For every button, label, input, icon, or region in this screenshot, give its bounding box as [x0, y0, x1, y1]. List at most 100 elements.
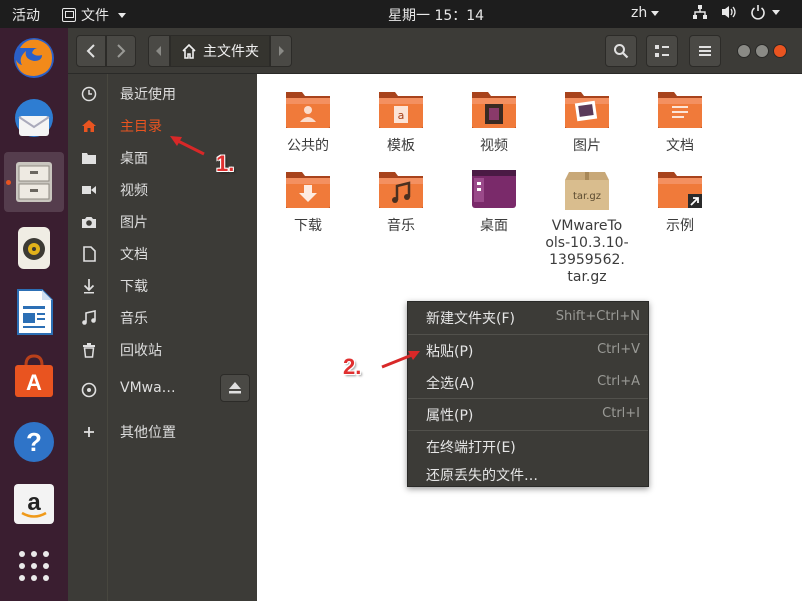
menu-item-select-all[interactable]: 全选(A) Ctrl+A [408, 367, 648, 397]
folder-examples-icon [658, 172, 702, 208]
path-home-button[interactable]: 主文件夹 [170, 35, 270, 67]
input-method-menu[interactable]: zh [631, 5, 660, 21]
sidebar-item-recent[interactable]: 最近使用 [68, 78, 257, 110]
sidebar-item-music[interactable]: 音乐 [68, 302, 257, 334]
back-button[interactable] [76, 35, 106, 67]
chevron-left-icon [86, 44, 95, 58]
sidebar-item-label: 图片 [120, 215, 148, 231]
dock-rhythmbox[interactable] [4, 218, 64, 278]
top-bar: 活动 文件 星期一 15：14 zh [0, 0, 802, 28]
sidebar-item-label: 桌面 [120, 151, 148, 167]
menu-button[interactable] [689, 35, 721, 67]
dock-help[interactable]: ? [4, 412, 64, 472]
folder-desktop-icon [472, 170, 516, 208]
file-name-line: 13959562. [549, 252, 625, 268]
file-item[interactable]: 文档 [637, 86, 723, 155]
menu-item-restore-files[interactable]: 还原丢失的文件… [408, 459, 648, 489]
home-icon [182, 43, 196, 59]
video-icon [82, 186, 96, 194]
menu-item-open-terminal[interactable]: 在终端打开(E) [408, 431, 648, 461]
folder-public-icon [286, 92, 330, 128]
file-item[interactable]: 视频 [451, 86, 537, 155]
close-button[interactable] [773, 44, 787, 58]
trash-icon [83, 343, 95, 358]
chevron-down-icon [118, 12, 126, 18]
file-item[interactable]: 桌面 [451, 166, 537, 235]
file-name-line: VMwareTo [551, 218, 623, 234]
folder-videos-icon [472, 92, 516, 128]
sidebar-item-home[interactable]: 主目录 [68, 110, 257, 142]
dock-writer[interactable] [4, 282, 64, 342]
dock-amazon[interactable]: a [4, 474, 64, 534]
file-item[interactable]: tar.gz VMwareTo ols-10.3.10- 13959562. t… [544, 166, 630, 286]
search-icon [614, 44, 629, 59]
lang-label: zh [631, 5, 648, 21]
sidebar-item-videos[interactable]: 视频 [68, 174, 257, 206]
svg-text:a: a [398, 109, 405, 122]
chevron-right-icon [117, 44, 126, 58]
sidebar-item-label: 回收站 [120, 343, 162, 359]
menu-item-properties[interactable]: 属性(P) Ctrl+I [408, 399, 648, 429]
menu-item-shortcut: Ctrl+A [597, 374, 640, 389]
network-icon [693, 5, 707, 19]
sidebar-item-documents[interactable]: 文档 [68, 238, 257, 270]
view-options-button[interactable] [646, 35, 678, 67]
file-name: 模板 [387, 138, 415, 154]
hamburger-icon [699, 46, 711, 56]
archive-label: tar.gz [573, 191, 601, 202]
menu-item-shortcut: Ctrl+I [602, 406, 640, 421]
file-item[interactable]: 图片 [544, 86, 630, 155]
path-scroll-right[interactable] [270, 35, 292, 67]
sidebar-item-trash[interactable]: 回收站 [68, 334, 257, 366]
annotation-arrow-2 [381, 351, 420, 369]
sidebar-item-downloads[interactable]: 下载 [68, 270, 257, 302]
maximize-button[interactable] [755, 44, 769, 58]
file-name-line: ols-10.3.10- [545, 235, 629, 251]
clock[interactable]: 星期一 15：14 [388, 5, 484, 25]
sidebar-item-pictures[interactable]: 图片 [68, 206, 257, 238]
dock-app-grid[interactable] [4, 536, 64, 596]
annotation-step-1: 1. [216, 151, 235, 176]
dock-firefox[interactable] [4, 28, 64, 88]
file-item[interactable]: 公共的 [265, 86, 351, 155]
camera-icon [82, 217, 96, 228]
path-scroll-left[interactable] [148, 35, 170, 67]
dock-thunderbird[interactable] [4, 90, 64, 150]
file-name: 文档 [666, 138, 694, 154]
writer-icon [17, 289, 53, 335]
file-item[interactable]: a 模板 [358, 86, 444, 155]
system-tray[interactable] [692, 4, 780, 20]
app-menu[interactable]: 文件 [62, 5, 126, 25]
dock-files[interactable] [4, 152, 64, 212]
help-icon: ? [14, 422, 54, 462]
file-item[interactable]: 示例 [637, 166, 723, 235]
annotation-arrow-1 [170, 136, 205, 156]
volume-icon [722, 6, 736, 18]
sidebar-item-label: 音乐 [120, 311, 148, 327]
menu-item-label: 属性(P) [426, 408, 474, 424]
search-button[interactable] [605, 35, 637, 67]
folder-download-icon [286, 172, 330, 208]
firefox-icon [14, 38, 54, 78]
minimize-button[interactable] [737, 44, 751, 58]
document-icon [83, 246, 96, 262]
eject-button[interactable] [220, 374, 250, 402]
music-icon [82, 310, 96, 325]
sidebar-item-other-locations[interactable]: 其他位置 [68, 416, 257, 448]
dock-software-center[interactable]: A [4, 346, 64, 406]
menu-item-new-folder[interactable]: 新建文件夹(F) Shift+Ctrl+N [408, 302, 648, 332]
activities-button[interactable]: 活动 [12, 5, 40, 25]
caret-right-icon [279, 46, 284, 56]
menu-item-paste[interactable]: 粘贴(P) Ctrl+V [408, 335, 648, 365]
power-icon [751, 5, 765, 20]
sidebar-item-vmware[interactable]: VMwa… [68, 374, 257, 406]
file-name: VMwareTo ols-10.3.10- 13959562. tar.gz [544, 218, 630, 286]
file-item[interactable]: 音乐 [358, 166, 444, 235]
file-item[interactable]: 下载 [265, 166, 351, 235]
sidebar-item-label: 主目录 [120, 119, 162, 135]
archive-icon: tar.gz [565, 172, 609, 210]
sidebar-item-label: 其他位置 [120, 425, 176, 441]
amazon-icon: a [14, 484, 54, 524]
forward-button[interactable] [106, 35, 136, 67]
file-name: 音乐 [387, 218, 415, 234]
